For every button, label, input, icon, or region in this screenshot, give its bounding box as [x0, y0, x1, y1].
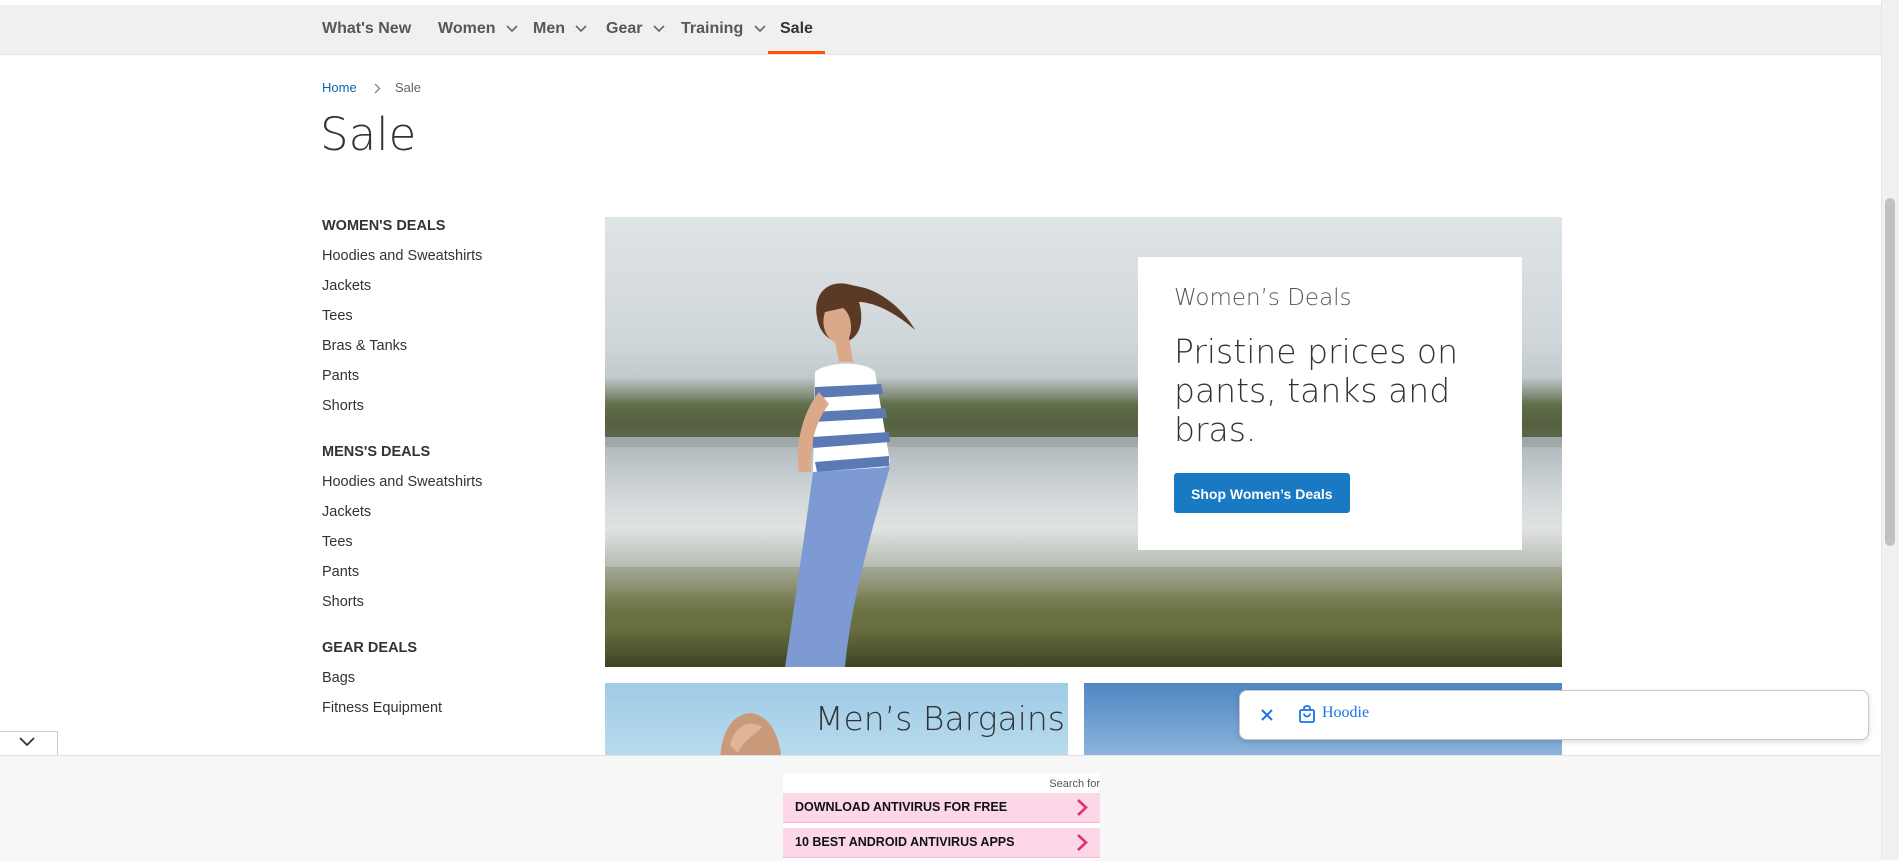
side-link-shorts[interactable]: Shorts — [322, 391, 562, 421]
nav-men[interactable]: Men — [533, 5, 588, 54]
nav-label: Women — [438, 20, 496, 37]
man-stretching-illustration — [720, 713, 781, 755]
banner-headline: Pristine prices on pants, tanks and bras… — [1174, 332, 1458, 449]
collapse-ad-button[interactable] — [0, 731, 58, 756]
shop-womens-deals-button[interactable]: Shop Women’s Deals — [1174, 473, 1350, 513]
gear-deals-group: GEAR DEALS Bags Fitness Equipment — [322, 637, 562, 723]
close-icon[interactable] — [1255, 703, 1279, 727]
sidebar: WOMEN'S DEALS Hoodies and Sweatshirts Ja… — [322, 215, 562, 743]
ad-link[interactable]: DOWNLOAD ANTIVIRUS FOR FREE — [783, 793, 1100, 823]
mens-deals-group: MENS'S DEALS Hoodies and Sweatshirts Jac… — [322, 441, 562, 617]
nav-whats-new[interactable]: What's New — [322, 5, 411, 54]
side-link-hoodies[interactable]: Hoodies and Sweatshirts — [322, 241, 562, 271]
side-heading: WOMEN'S DEALS — [322, 218, 446, 234]
search-suggestion-chip[interactable]: Hoodie — [1239, 690, 1869, 740]
chevron-down-icon — [19, 737, 35, 747]
breadcrumb-home-link[interactable]: Home — [322, 80, 357, 95]
chevron-right-icon — [1077, 799, 1088, 816]
scrollbar-thumb[interactable] — [1885, 198, 1895, 546]
banner-kicker: Women’s Deals — [1174, 285, 1352, 311]
women-deals-group: WOMEN'S DEALS Hoodies and Sweatshirts Ja… — [322, 215, 562, 421]
ad-link[interactable]: 10 BEST ANDROID ANTIVIRUS APPS — [783, 828, 1100, 858]
chip-text: Hoodie — [1322, 704, 1370, 721]
nav-label: Training — [681, 20, 744, 37]
nav-gear[interactable]: Gear — [606, 5, 665, 54]
nav-label: Sale — [780, 20, 813, 37]
side-link-pants[interactable]: Pants — [322, 361, 562, 391]
breadcrumb-current: Sale — [394, 80, 421, 95]
ad-search-for-label: Search for — [1049, 778, 1100, 790]
ad-link-label: DOWNLOAD ANTIVIRUS FOR FREE — [795, 800, 1008, 814]
ad-link-label: 10 BEST ANDROID ANTIVIRUS APPS — [795, 835, 1015, 849]
side-heading: GEAR DEALS — [322, 640, 418, 656]
womens-deals-banner[interactable]: Women’s Deals Pristine prices on pants, … — [605, 217, 1562, 667]
ad-box: Search for DOWNLOAD ANTIVIRUS FOR FREE 1… — [783, 773, 1100, 860]
side-link-jackets[interactable]: Jackets — [322, 271, 562, 301]
runner-illustration — [785, 283, 915, 667]
nav-label: Men — [533, 20, 565, 37]
nav-training[interactable]: Training — [681, 5, 766, 54]
side-link-fitness-equipment[interactable]: Fitness Equipment — [322, 693, 562, 723]
nav-label: What's New — [322, 20, 412, 37]
mens-bargains-title: Men’s Bargains — [815, 699, 1065, 738]
nav-women[interactable]: Women — [438, 5, 518, 54]
banner-card: Women’s Deals Pristine prices on pants, … — [1138, 257, 1522, 550]
chevron-down-icon — [575, 25, 588, 32]
main-navigation: What's New Women Men Gear Training Sale — [0, 5, 1882, 55]
side-link-hoodies[interactable]: Hoodies and Sweatshirts — [322, 467, 562, 497]
vertical-scrollbar[interactable] — [1881, 0, 1899, 860]
side-heading: MENS'S DEALS — [322, 444, 431, 460]
side-link-jackets[interactable]: Jackets — [322, 497, 562, 527]
side-link-tees[interactable]: Tees — [322, 301, 562, 331]
chevron-right-icon — [1077, 834, 1088, 851]
chevron-down-icon — [754, 25, 766, 32]
breadcrumb: Home Sale — [322, 80, 421, 95]
side-link-bags[interactable]: Bags — [322, 663, 562, 693]
page-title: Sale — [320, 108, 417, 161]
chevron-down-icon — [653, 25, 665, 32]
side-link-tees[interactable]: Tees — [322, 527, 562, 557]
nav-sale[interactable]: Sale — [768, 5, 825, 54]
chevron-down-icon — [506, 25, 518, 32]
side-link-bras-tanks[interactable]: Bras & Tanks — [322, 331, 562, 361]
shopping-bag-icon — [1299, 705, 1315, 723]
chevron-right-icon — [374, 83, 381, 94]
nav-label: Gear — [606, 20, 643, 37]
mens-bargains-tile[interactable]: Men’s Bargains — [605, 683, 1068, 755]
banner-grass — [605, 587, 1562, 667]
side-link-shorts[interactable]: Shorts — [322, 587, 562, 617]
side-link-pants[interactable]: Pants — [322, 557, 562, 587]
